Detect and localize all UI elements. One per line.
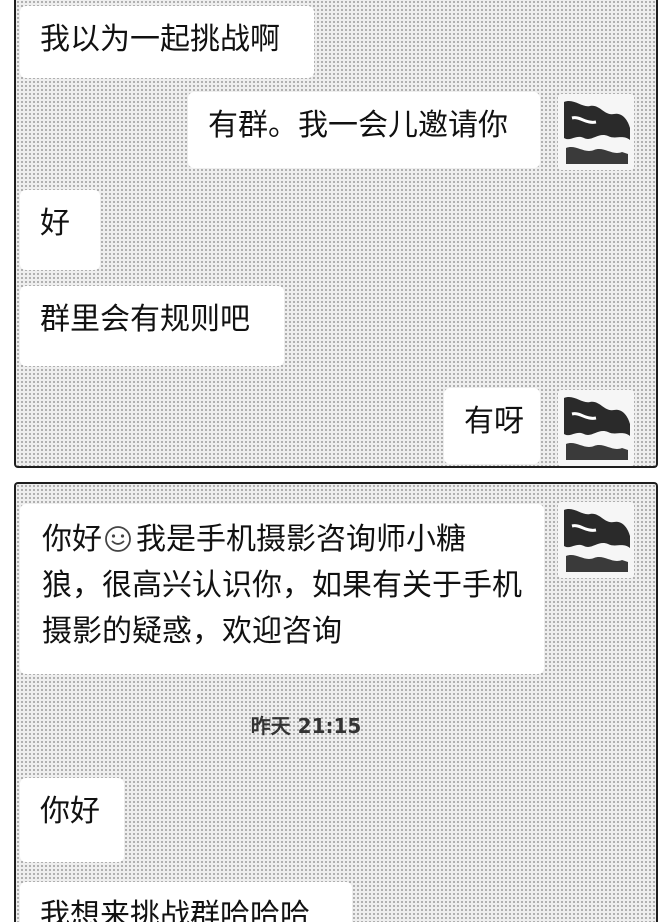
- message-bubble-received[interactable]: 好: [20, 190, 100, 270]
- message-text: 我以为一起挑战啊: [40, 22, 280, 57]
- avatar[interactable]: [558, 390, 634, 466]
- message-text: 群里会有规则吧: [40, 302, 250, 337]
- message-bubble-received[interactable]: 你好: [20, 778, 124, 862]
- chat-panel-2: 你好 我是手机摄影咨询师小糖狼，很高兴认识你，如果有关于手机摄影的疑惑，欢迎咨询…: [14, 482, 658, 922]
- message-text: 我想来挑战群哈哈哈: [40, 898, 310, 922]
- message-bubble-sent[interactable]: 有呀: [444, 388, 540, 464]
- message-text: 好: [40, 206, 70, 241]
- message-bubble-sent[interactable]: 有群。我一会儿邀请你: [188, 92, 540, 168]
- avatar[interactable]: [558, 94, 634, 170]
- timestamp: 昨天 21:15: [250, 714, 362, 738]
- message-text: 有群。我一会儿邀请你: [208, 108, 508, 143]
- avatar[interactable]: [558, 502, 634, 578]
- message-bubble-received[interactable]: 我以为一起挑战啊: [20, 6, 314, 78]
- message-text: 你好: [42, 522, 102, 557]
- message-bubble-received[interactable]: 群里会有规则吧: [20, 286, 284, 366]
- contact-avatar-icon: [558, 502, 634, 578]
- smile-icon: [105, 526, 131, 552]
- message-text: 你好: [40, 794, 100, 829]
- message-bubble-sent[interactable]: 你好 我是手机摄影咨询师小糖狼，很高兴认识你，如果有关于手机摄影的疑惑，欢迎咨询: [20, 504, 544, 674]
- message-text: 有呀: [464, 404, 524, 439]
- contact-avatar-icon: [558, 390, 634, 466]
- message-bubble-received[interactable]: 我想来挑战群哈哈哈: [20, 882, 352, 922]
- contact-avatar-icon: [558, 94, 634, 170]
- chat-panel-1: 我以为一起挑战啊 有群。我一会儿邀请你 好 群里会有规则吧 有呀: [14, 0, 658, 468]
